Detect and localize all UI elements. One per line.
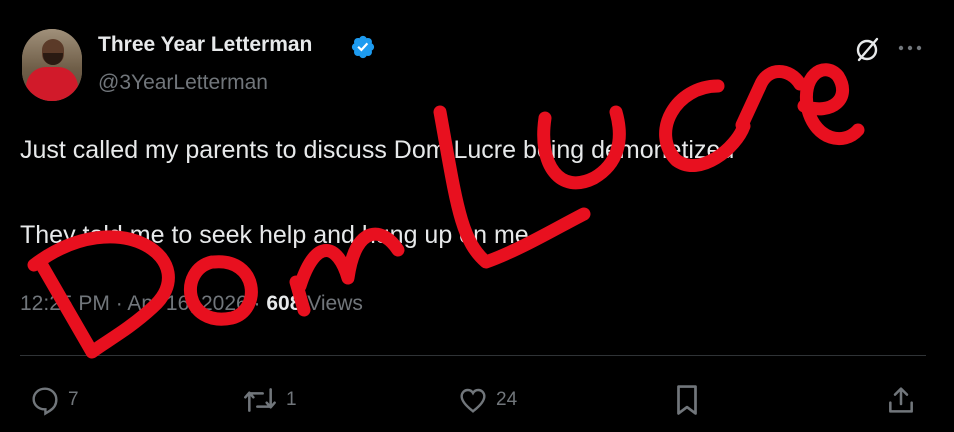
user-handle[interactable]: @3YearLetterman bbox=[98, 71, 268, 95]
tweet-text-line-2: They told me to seek help and hung up on… bbox=[20, 221, 529, 249]
retweet-count: 1 bbox=[286, 389, 297, 410]
reply-button[interactable]: 7 bbox=[28, 383, 79, 417]
more-options-icon[interactable] bbox=[896, 36, 924, 60]
avatar[interactable] bbox=[22, 29, 82, 101]
tweet-text-line-1: Just called my parents to discuss Dom Lu… bbox=[20, 136, 735, 164]
heart-icon bbox=[460, 388, 486, 413]
views-count: 608 bbox=[266, 292, 302, 315]
grok-icon[interactable] bbox=[853, 34, 883, 64]
verified-badge-icon bbox=[351, 35, 375, 59]
like-count: 24 bbox=[496, 389, 518, 410]
meta-separator-2: · bbox=[253, 292, 261, 315]
meta-separator: · bbox=[115, 292, 123, 315]
reply-icon bbox=[32, 387, 58, 416]
retweet-button[interactable]: 1 bbox=[240, 383, 297, 417]
tweet-meta: 12:25 PM · Apr 16, 2026 · 608 Views bbox=[20, 292, 363, 316]
like-button[interactable]: 24 bbox=[456, 383, 517, 417]
bookmark-button[interactable] bbox=[672, 383, 702, 417]
display-name[interactable]: Three Year Letterman bbox=[98, 33, 312, 57]
tweet-time[interactable]: 12:25 PM bbox=[20, 292, 110, 315]
tweet-date[interactable]: Apr 16, 2026 bbox=[127, 292, 247, 315]
handwritten-overlay bbox=[27, 63, 865, 359]
views-label: Views bbox=[307, 292, 363, 315]
reply-count: 7 bbox=[68, 389, 79, 410]
bookmark-icon bbox=[677, 385, 697, 415]
avatar-shirt bbox=[26, 67, 78, 101]
retweet-icon bbox=[244, 388, 276, 412]
divider bbox=[20, 355, 926, 356]
share-button[interactable] bbox=[885, 383, 917, 417]
scribble-e bbox=[797, 63, 865, 146]
scribble-r bbox=[735, 65, 807, 132]
share-icon bbox=[889, 387, 913, 413]
